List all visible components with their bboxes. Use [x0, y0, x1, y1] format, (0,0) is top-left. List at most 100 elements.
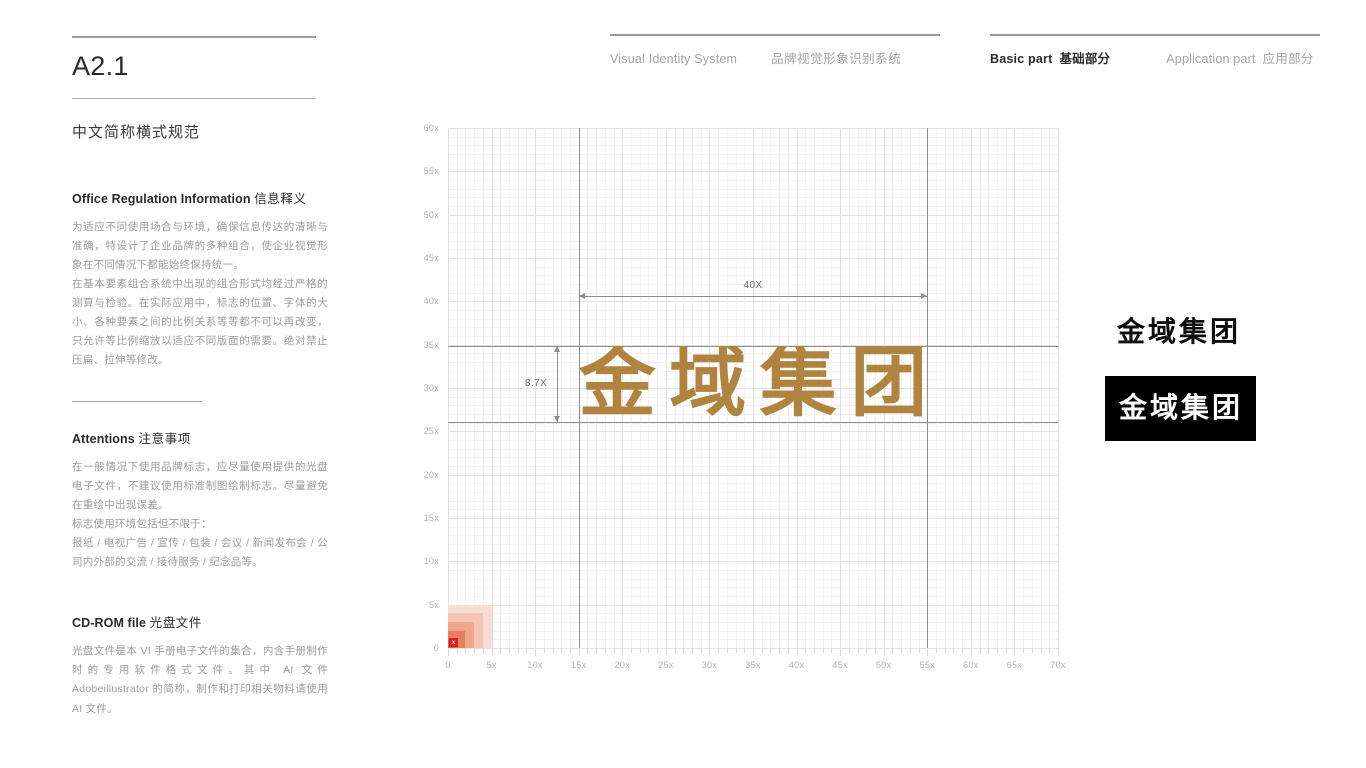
axis-tickmark-x [883, 648, 885, 656]
axis-tickmark-x [657, 648, 659, 653]
axis-tick-label-y: 45x [423, 253, 439, 263]
nav-item-basic-part[interactable]: Basic part 基础部分 [990, 48, 1110, 67]
paragraph: 为适应不同使用场合与环境，确保信息传达的清晰与准确，特设计了企业品牌的多种组合，… [72, 220, 328, 271]
axis-tick-label-y: 25x [423, 426, 439, 437]
block-heading-cdrom-file: CD-ROM file 光盘文件 [72, 612, 330, 631]
axis-tickmark-x [535, 648, 537, 656]
grid-logo-glyph: 集 [759, 346, 837, 422]
grid-line-minor-horizontal [448, 466, 1058, 467]
grid-line-minor-horizontal [448, 483, 1058, 485]
grid-line-minor-vertical [482, 128, 484, 648]
grid-line-minor-vertical [474, 128, 476, 648]
grid-line-minor-vertical [944, 128, 946, 648]
grid-line-minor-horizontal [448, 197, 1058, 199]
grid-line-major-horizontal [448, 171, 1058, 173]
grid-line-minor-vertical [570, 128, 571, 648]
grid-line-major-horizontal [448, 431, 1058, 433]
axis-tick-label-y: 55x [423, 166, 439, 177]
info-block-cdrom-file: CD-ROM file 光盘文件 光盘文件是本 VI 手册电子文件的集合，内含手… [72, 612, 330, 718]
nav-item-application-part[interactable]: Application part 应用部分 [1166, 48, 1313, 67]
axis-tickmark-x [1058, 648, 1059, 656]
header-navigation: Visual Identity System 品牌视觉形象识别系统 Basic … [610, 34, 1320, 74]
axis-tickmark-x [456, 648, 458, 653]
grid-line-minor-horizontal [448, 249, 1058, 251]
nav-item-application-part-cn: 应用部分 [1262, 52, 1314, 66]
grid-line-minor-vertical [1023, 128, 1025, 648]
grid-line-minor-horizontal [448, 240, 1058, 242]
axis-tickmark-x [596, 648, 598, 653]
left-content-column: A2.1 中文简称横式规范 Office Regulation Informat… [72, 36, 330, 749]
axis-tick-label-x: 10x [527, 660, 543, 670]
grid-line-minor-vertical [1049, 128, 1051, 648]
dimension-label-40x: 40X [743, 280, 763, 292]
grid-line-minor-horizontal [448, 266, 1058, 268]
grid-line-minor-vertical [1031, 128, 1033, 648]
block-heading-en: Office Regulation Information [72, 191, 251, 206]
grid-line-minor-horizontal [448, 509, 1058, 511]
grid-line-minor-horizontal [448, 578, 1058, 580]
axis-tickmark-x [587, 648, 589, 653]
grid-line-minor-horizontal [448, 318, 1058, 320]
grid-line-minor-horizontal [448, 162, 1058, 164]
axis-tickmark-x [448, 648, 449, 656]
axis-tickmark-x [840, 648, 842, 656]
axis-tick-label-x: 0 [445, 660, 451, 670]
axis-tickmark-x [517, 648, 519, 653]
grid-line-minor-vertical [1005, 128, 1007, 648]
grid-line-minor-horizontal [448, 544, 1058, 545]
grid-line-major-vertical [1058, 128, 1059, 648]
axis-tickmark-x [866, 648, 868, 653]
nav-item-visual-identity-system[interactable]: Visual Identity System [610, 52, 737, 66]
axis-tick-label-x: 40x [788, 660, 805, 670]
axis-tickmark-x [604, 648, 606, 653]
grid-line-minor-horizontal [448, 180, 1058, 181]
grid-line-minor-horizontal [448, 440, 1058, 441]
x-unit-swatch: x [448, 604, 492, 648]
dimension-label-8-7x: 8.7X [524, 378, 548, 390]
axis-tickmark-x [1049, 648, 1051, 653]
header-nav-left-items: Visual Identity System 品牌视觉形象识别系统 [610, 48, 935, 67]
header-nav-right-items: Basic part 基础部分 Application part 应用部分 [990, 48, 1347, 67]
axis-tick-label-x: 45x [832, 660, 848, 670]
axis-tickmark-x [491, 648, 493, 656]
grid-line-minor-vertical [465, 128, 467, 648]
axis-tick-label-x: 20x [614, 660, 630, 670]
grid-line-minor-horizontal [448, 136, 1058, 138]
nav-item-visual-identity-system-cn[interactable]: 品牌视觉形象识别系统 [771, 48, 901, 67]
block-body-attentions: 在一般情况下使用品牌标志，应尽量使用提供的光盘电子文件，不建议使用标准制图绘制标… [72, 458, 328, 573]
axis-tickmark-x [639, 648, 641, 653]
paragraph: 在一般情况下使用品牌标志，应尽量使用提供的光盘电子文件，不建议使用标准制图绘制标… [72, 460, 328, 511]
axis-tickmark-x [1014, 648, 1016, 656]
dimension-arrow [578, 293, 585, 300]
grid-line-major-horizontal [448, 561, 1058, 563]
grid-line-minor-horizontal [448, 570, 1058, 571]
block-heading-cn: 注意事项 [138, 431, 191, 446]
logo-variant-samples: 金域集团 金域集团 [1105, 318, 1285, 441]
axis-tickmark-x [622, 648, 624, 656]
axis-tick-label-y: 20x [423, 469, 439, 480]
grid-line-minor-vertical [979, 128, 981, 648]
grid-line-minor-vertical [997, 128, 998, 648]
dimension-arrow [553, 346, 560, 353]
grid-line-minor-horizontal [448, 552, 1058, 554]
axis-tickmark-x [796, 648, 798, 656]
dimension-arrow [921, 293, 928, 300]
axis-tick-label-x: 25x [658, 660, 674, 670]
axis-tickmark-x [561, 648, 563, 653]
dimension-line-horizontal [578, 296, 928, 298]
unit-swatch-x-chip: x [449, 637, 458, 647]
axis-tickmark-x [700, 648, 702, 653]
axis-tick-label-y: 15x [423, 513, 439, 523]
grid-logo-glyph: 域 [669, 346, 747, 422]
grid-line-minor-horizontal [448, 188, 1058, 190]
block-body-office-regulation: 为适应不同使用场合与环境，确保信息传达的清晰与准确，特设计了企业品牌的多种组合，… [72, 218, 328, 371]
axis-tickmark-x [552, 648, 554, 653]
dimension-arrow [553, 415, 560, 422]
guide-line-horizontal [448, 421, 1058, 423]
info-block-office-regulation: Office Regulation Information 信息释义 为适应不同… [72, 188, 330, 371]
axis-tickmark-x [962, 648, 964, 653]
axis-tickmark-x [578, 648, 580, 656]
block-heading-cn: 信息释义 [254, 191, 307, 206]
grid-logo-glyph: 团 [850, 346, 928, 422]
grid-line-minor-horizontal [448, 500, 1058, 502]
